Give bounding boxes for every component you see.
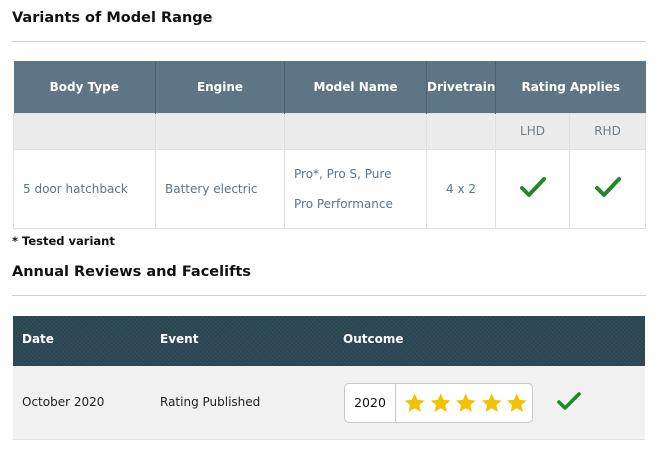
subheader-rhd: RHD	[568, 112, 647, 150]
cell-drivetrain: 4 x 2	[426, 148, 496, 229]
reviews-title: Annual Reviews and Facelifts	[12, 264, 251, 280]
star-icon	[481, 393, 502, 412]
reviews-header-row: Date Event Outcome	[13, 316, 645, 366]
star-icon	[430, 393, 451, 412]
check-icon	[557, 392, 581, 410]
divider	[12, 41, 646, 42]
header-drivetrain: Drivetrain	[426, 61, 496, 113]
variants-header-row: Body Type Engine Model Name Drivetrain R…	[13, 61, 646, 113]
cell-engine: Battery electric	[155, 148, 285, 229]
star-icon	[506, 393, 527, 412]
header-model-name: Model Name	[284, 61, 427, 113]
subheader-empty	[284, 112, 427, 150]
check-icon	[594, 177, 621, 197]
star-rating	[402, 392, 530, 414]
tested-variant-note: * Tested variant	[12, 234, 115, 248]
table-row: 5 door hatchback Battery electric Pro*, …	[13, 148, 647, 229]
subheader-empty	[426, 112, 496, 150]
cell-rhd	[568, 148, 647, 229]
header-outcome: Outcome	[343, 332, 404, 346]
divider	[12, 295, 646, 296]
subheader-empty	[155, 112, 285, 150]
model-name-line: Pro Performance	[294, 196, 393, 211]
header-body-type: Body Type	[13, 61, 156, 113]
model-name-line: Pro*, Pro S, Pure	[294, 166, 392, 181]
variants-subheader-row: LHD RHD	[13, 112, 647, 150]
variants-table: Body Type Engine Model Name Drivetrain R…	[13, 61, 647, 229]
header-event: Event	[160, 332, 199, 346]
cell-event: Rating Published	[160, 395, 261, 409]
check-icon	[519, 177, 546, 197]
rating-year: 2020	[345, 384, 396, 422]
rating-badge[interactable]: 2020	[344, 383, 533, 423]
star-icon	[404, 393, 425, 412]
subheader-empty	[13, 112, 156, 150]
cell-date: October 2020	[22, 395, 105, 409]
header-date: Date	[22, 332, 54, 346]
star-icon	[455, 393, 476, 412]
variants-title: Variants of Model Range	[12, 10, 213, 26]
header-rating-applies: Rating Applies	[495, 61, 646, 113]
subheader-lhd: LHD	[495, 112, 570, 150]
cell-lhd	[495, 148, 570, 229]
table-row: October 2020 Rating Published 2020	[13, 366, 645, 440]
cell-body-type: 5 door hatchback	[13, 148, 156, 229]
cell-model-name: Pro*, Pro S, Pure Pro Performance	[284, 148, 427, 229]
header-engine: Engine	[155, 61, 285, 113]
